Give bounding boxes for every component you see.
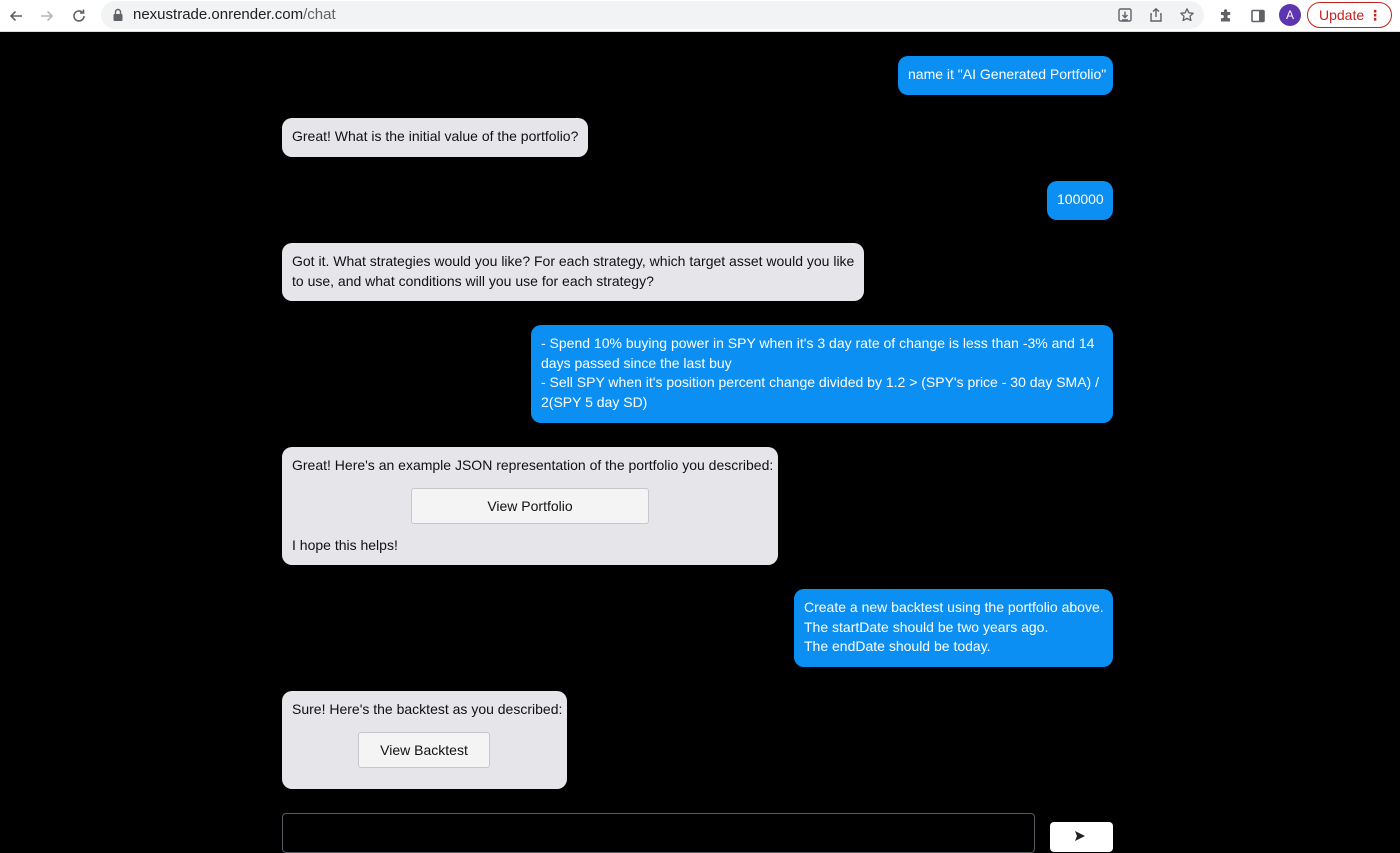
url-path: /chat [303, 6, 336, 23]
bookmark-star-icon [1180, 8, 1194, 22]
message-line: Great! What is the initial value of the … [292, 128, 579, 144]
install-app-button[interactable] [1116, 6, 1134, 24]
share-button[interactable] [1147, 6, 1165, 24]
send-arrow-icon [1075, 831, 1085, 841]
reload-icon [73, 9, 85, 22]
forward-arrow-icon [41, 10, 54, 22]
back-button[interactable] [5, 5, 27, 27]
message-line: Great! Here's an example JSON representa… [292, 457, 774, 473]
bot-message: Great! Here's an example JSON representa… [282, 447, 778, 565]
view-backtest-button[interactable]: View Backtest [358, 732, 490, 768]
profile-avatar[interactable]: A [1279, 4, 1301, 26]
kebab-menu-icon: ⋮ [1368, 7, 1382, 23]
address-bar[interactable]: nexustrade.onrender.com/chat [101, 1, 1204, 29]
message-footer: I hope this helps! [292, 537, 398, 553]
send-button[interactable] [1050, 822, 1113, 852]
update-button[interactable]: Update ⋮ [1307, 2, 1392, 28]
message-line: The startDate should be two years ago. [804, 618, 1049, 635]
share-icon [1150, 7, 1162, 22]
chat-conversation: name it "AI Generated Portfolio" Great! … [0, 33, 1400, 853]
url-text: nexustrade.onrender.com/chat [133, 7, 336, 23]
message-line: Create a new backtest using the portfoli… [804, 599, 1104, 615]
message-line: - Sell SPY when it's position percent ch… [541, 374, 1099, 390]
side-panel-button[interactable] [1248, 6, 1268, 26]
side-panel-icon [1251, 9, 1265, 23]
bot-message: Got it. What strategies would you like? … [282, 243, 864, 301]
message-line: Sure! Here's the backtest as you describ… [292, 701, 563, 717]
user-message: 100000 [1047, 181, 1113, 220]
lock-icon [113, 8, 123, 21]
reload-button[interactable] [68, 5, 90, 27]
message-line: - Spend 10% buying power in SPY when it'… [541, 335, 1095, 351]
user-message: name it "AI Generated Portfolio" [898, 56, 1113, 95]
message-line: name it "AI Generated Portfolio" [908, 66, 1107, 82]
user-message: Create a new backtest using the portfoli… [794, 589, 1113, 667]
user-message: - Spend 10% buying power in SPY when it'… [531, 325, 1113, 423]
message-line: 100000 [1057, 191, 1104, 207]
browser-toolbar: nexustrade.onrender.com/chat A Update ⋮ [0, 0, 1400, 32]
bot-message: Great! What is the initial value of the … [282, 118, 588, 157]
chat-input[interactable] [282, 813, 1035, 853]
forward-button[interactable] [36, 5, 58, 27]
back-arrow-icon [9, 10, 22, 22]
url-host: nexustrade.onrender.com [133, 6, 304, 23]
message-line: Got it. What strategies would you like? … [292, 253, 855, 269]
message-line: to use, and what conditions will you use… [292, 272, 654, 289]
bot-message: Sure! Here's the backtest as you describ… [282, 691, 567, 789]
install-app-icon [1118, 8, 1132, 22]
extensions-puzzle-icon [1221, 9, 1231, 22]
message-line: The endDate should be today. [804, 638, 991, 654]
view-portfolio-button[interactable]: View Portfolio [411, 488, 649, 524]
update-label: Update [1319, 7, 1365, 23]
bookmark-button[interactable] [1178, 6, 1196, 24]
extensions-button[interactable] [1216, 6, 1236, 26]
message-line: 2(SPY 5 day SD) [541, 393, 648, 410]
message-line: days passed since the last buy [541, 354, 732, 371]
